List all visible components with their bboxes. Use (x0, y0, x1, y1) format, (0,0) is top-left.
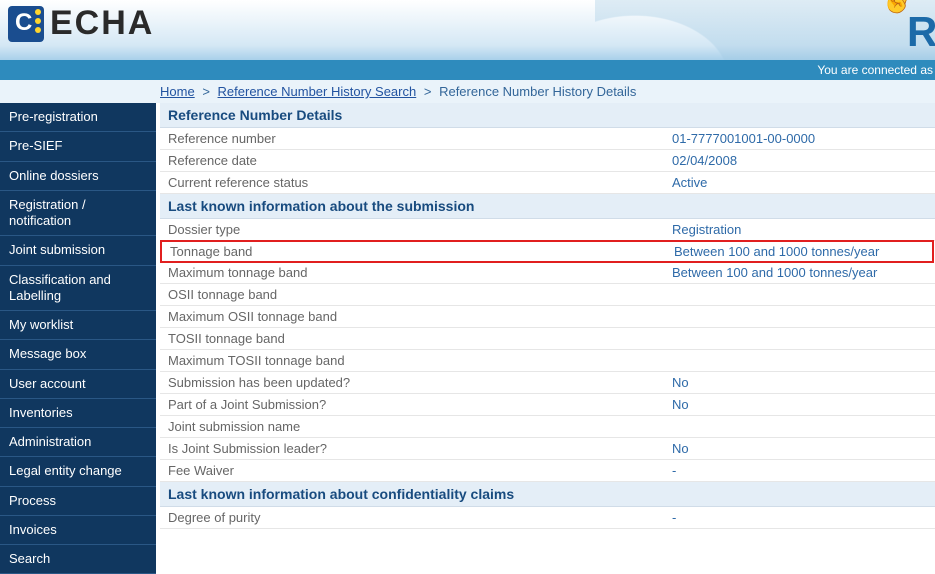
sidebar-nav: Pre-registrationPre-SIEFOnline dossiersR… (0, 103, 156, 574)
sidebar-item[interactable]: Search (0, 545, 156, 574)
logo-mark-icon (8, 6, 44, 42)
row-value (664, 350, 935, 371)
row-value: Between 100 and 1000 tonnes/year (664, 262, 935, 283)
header-letter: R (907, 8, 935, 56)
logo: ECHA (8, 4, 154, 43)
data-row: Degree of purity- (160, 507, 935, 529)
row-label: Degree of purity (160, 507, 664, 528)
row-label: Fee Waiver (160, 460, 664, 481)
data-row: Maximum TOSII tonnage band (160, 350, 935, 372)
data-row: Reference date02/04/2008 (160, 150, 935, 172)
row-label: Reference date (160, 150, 664, 171)
app-header: ECHA ☝ R (0, 0, 935, 60)
data-row: Joint submission name (160, 416, 935, 438)
section-confidentiality-title: Last known information about confidentia… (160, 482, 935, 507)
connection-status-bar: You are connected as (0, 60, 935, 80)
row-value (664, 284, 935, 305)
row-value (664, 306, 935, 327)
data-row: Part of a Joint Submission?No (160, 394, 935, 416)
breadcrumb: Home > Reference Number History Search >… (0, 80, 935, 103)
sidebar-item[interactable]: Message box (0, 340, 156, 369)
row-label: Maximum OSII tonnage band (160, 306, 664, 327)
row-label: Part of a Joint Submission? (160, 394, 664, 415)
row-value: 01-7777001001-00-0000 (664, 128, 935, 149)
sidebar-item[interactable]: Legal entity change (0, 457, 156, 486)
row-label: Tonnage band (162, 242, 666, 261)
sidebar-item[interactable]: Process (0, 487, 156, 516)
row-value: - (664, 507, 935, 528)
row-label: Is Joint Submission leader? (160, 438, 664, 459)
row-label: Current reference status (160, 172, 664, 193)
data-row: Submission has been updated?No (160, 372, 935, 394)
section-submission-title: Last known information about the submiss… (160, 194, 935, 219)
sidebar-item[interactable]: My worklist (0, 311, 156, 340)
data-row: Tonnage bandBetween 100 and 1000 tonnes/… (160, 240, 934, 263)
row-label: TOSII tonnage band (160, 328, 664, 349)
data-row: Reference number01-7777001001-00-0000 (160, 128, 935, 150)
submission-table: Dossier typeRegistrationTonnage bandBetw… (160, 219, 935, 482)
data-row: Current reference statusActive (160, 172, 935, 194)
confidentiality-table: Degree of purity- (160, 507, 935, 529)
row-label: OSII tonnage band (160, 284, 664, 305)
row-value: No (664, 438, 935, 459)
sidebar-item[interactable]: Inventories (0, 399, 156, 428)
sidebar-item[interactable]: Online dossiers (0, 162, 156, 191)
data-row: TOSII tonnage band (160, 328, 935, 350)
data-row: Is Joint Submission leader?No (160, 438, 935, 460)
data-row: Maximum OSII tonnage band (160, 306, 935, 328)
sidebar-item[interactable]: Pre-SIEF (0, 132, 156, 161)
breadcrumb-sep: > (202, 84, 210, 99)
sidebar-item[interactable]: Administration (0, 428, 156, 457)
row-label: Reference number (160, 128, 664, 149)
connection-status-text: You are connected as (817, 63, 933, 77)
sidebar-item[interactable]: Pre-registration (0, 103, 156, 132)
reference-details-table: Reference number01-7777001001-00-0000Ref… (160, 128, 935, 194)
breadcrumb-home-link[interactable]: Home (160, 84, 195, 99)
breadcrumb-current: Reference Number History Details (439, 84, 636, 99)
sidebar-item[interactable]: User account (0, 370, 156, 399)
data-row: Maximum tonnage bandBetween 100 and 1000… (160, 262, 935, 284)
row-value: Between 100 and 1000 tonnes/year (666, 242, 932, 261)
row-value: 02/04/2008 (664, 150, 935, 171)
logo-text: ECHA (50, 4, 154, 43)
main-content: Reference Number Details Reference numbe… (156, 103, 935, 574)
data-row: Fee Waiver- (160, 460, 935, 482)
row-label: Maximum TOSII tonnage band (160, 350, 664, 371)
breadcrumb-sep: > (424, 84, 432, 99)
data-row: Dossier typeRegistration (160, 219, 935, 241)
sidebar-item[interactable]: Classification and Labelling (0, 266, 156, 312)
sidebar-item[interactable]: Invoices (0, 516, 156, 545)
sidebar-item[interactable]: Registration / notification (0, 191, 156, 237)
row-label: Joint submission name (160, 416, 664, 437)
row-label: Dossier type (160, 219, 664, 240)
row-value (664, 416, 935, 437)
row-label: Submission has been updated? (160, 372, 664, 393)
row-value: No (664, 394, 935, 415)
row-value: Registration (664, 219, 935, 240)
data-row: OSII tonnage band (160, 284, 935, 306)
sidebar-item[interactable]: Joint submission (0, 236, 156, 265)
breadcrumb-search-link[interactable]: Reference Number History Search (218, 84, 417, 99)
section-reference-details-title: Reference Number Details (160, 103, 935, 128)
row-label: Maximum tonnage band (160, 262, 664, 283)
row-value: - (664, 460, 935, 481)
row-value (664, 328, 935, 349)
row-value: Active (664, 172, 935, 193)
row-value: No (664, 372, 935, 393)
